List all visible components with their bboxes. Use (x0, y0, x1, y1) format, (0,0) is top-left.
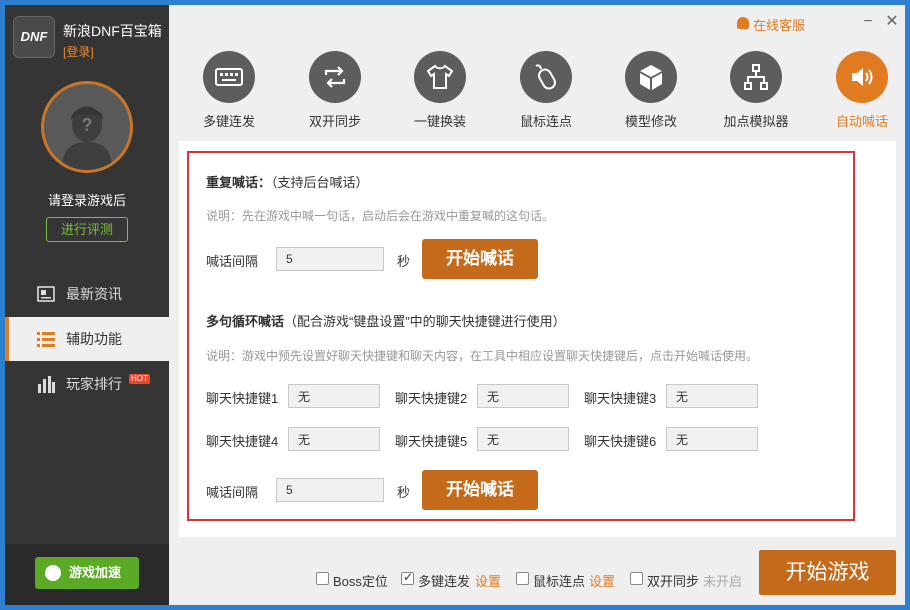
repeat-interval-unit: 秒 (397, 254, 411, 269)
sidebar-item-label: 玩家排行 (66, 376, 122, 392)
online-service-label: 在线客服 (753, 18, 806, 33)
mouse-settings-link[interactable]: 设置 (589, 571, 615, 590)
tool-skill-simulator[interactable]: 加点模拟器 (707, 51, 803, 133)
multikey-settings-link[interactable]: 设置 (475, 571, 501, 590)
repeat-title: 重复喊话： (206, 175, 272, 190)
tool-multikey[interactable]: 多键连发 (180, 51, 276, 133)
multikey-checkbox[interactable] (401, 570, 414, 585)
repeat-interval-input[interactable] (276, 247, 384, 271)
keyboard-icon (215, 68, 243, 86)
cube-icon (640, 65, 662, 90)
app-name: 新浪DNF百宝箱 (63, 23, 162, 39)
hotkey-label-6: 聊天快捷键6 (584, 434, 657, 449)
tool-label: 模型修改 (624, 114, 677, 129)
tool-icon-bg (203, 51, 255, 103)
cycle-title-note: （配合游戏“键盘设置”中的聊天快捷键进行使用） (284, 314, 566, 329)
app-logo: DNF (13, 16, 55, 58)
sidebar-item-label: 最新资讯 (66, 286, 122, 302)
accelerate-label: 游戏加速 (69, 565, 122, 580)
bar-chart-icon (38, 376, 55, 393)
speaker-icon (852, 68, 873, 86)
cycle-start-button[interactable]: 开始喊话 (422, 470, 538, 510)
login-link[interactable]: [登录] (63, 43, 94, 60)
service-bell-icon (737, 17, 749, 29)
cycle-section-title: 多句循环喊话（配合游戏“键盘设置”中的聊天快捷键进行使用） (206, 311, 566, 330)
hotkey-input-2[interactable] (477, 384, 569, 408)
app-window: DNF 新浪DNF百宝箱 [登录] ? 请登录游戏后 进行评测 最新资讯 辅助功… (5, 5, 905, 605)
tree-icon (744, 64, 768, 90)
cycle-title: 多句循环喊话 (206, 314, 285, 329)
repeat-section-title: 重复喊话：（支持后台喊话） (206, 172, 369, 191)
dual-status: 未开启 (703, 574, 743, 589)
repeat-start-button[interactable]: 开始喊话 (422, 239, 538, 279)
tool-auto-shout[interactable]: 自动喊话 (813, 51, 905, 133)
sync-icon (324, 66, 346, 88)
sidebar-item-news[interactable]: 最新资讯 (5, 272, 169, 316)
shirt-icon (426, 64, 454, 89)
boss-label: Boss定位 (333, 574, 388, 589)
globe-icon (45, 565, 61, 581)
repeat-title-note: （支持后台喊话） (271, 175, 369, 190)
hotkey-input-1[interactable] (288, 384, 380, 408)
svg-text:?: ? (82, 115, 93, 135)
hotkey-input-3[interactable] (666, 384, 758, 408)
tool-label: 多键连发 (202, 114, 255, 129)
tool-icon-bg (520, 51, 572, 103)
tool-label: 加点模拟器 (723, 114, 789, 129)
avatar[interactable]: ? (41, 81, 133, 173)
eval-button[interactable]: 进行评测 (46, 217, 128, 242)
repeat-description: 说明：先在游戏中喊一句话，启动后会在游戏中重复喊的这句话。 (206, 209, 555, 223)
repeat-interval-label: 喊话间隔 (206, 254, 259, 269)
sidebar-footer: 游戏加速 (5, 544, 169, 605)
tool-icon-bg (730, 51, 782, 103)
list-icon (37, 332, 55, 347)
hotkey-input-5[interactable] (477, 427, 569, 451)
hotkey-input-6[interactable] (666, 427, 758, 451)
tool-model-edit[interactable]: 模型修改 (602, 51, 698, 133)
default-avatar-icon: ? (62, 106, 112, 170)
mouse-icon (535, 64, 556, 90)
hotkey-label-3: 聊天快捷键3 (584, 391, 657, 406)
hotkey-label-1: 聊天快捷键1 (206, 391, 279, 406)
tool-icon-bg (625, 51, 677, 103)
tool-mouse-click[interactable]: 鼠标连点 (497, 51, 593, 133)
sidebar-item-ranking[interactable]: 玩家排行 HOT (5, 362, 169, 406)
cycle-interval-unit: 秒 (397, 485, 411, 500)
tool-label: 自动喊话 (835, 114, 888, 129)
tool-icon-bg (414, 51, 466, 103)
main-panel: 在线客服 − ✕ 多键连发 双开同步 一键换装 鼠标连点 模型修改 加点模拟器 … (169, 5, 905, 605)
hotkey-label-5: 聊天快捷键5 (395, 434, 468, 449)
hotkey-input-4[interactable] (288, 427, 380, 451)
sidebar-item-label: 辅助功能 (66, 331, 122, 347)
multikey-label: 多键连发 (418, 574, 471, 589)
start-game-button[interactable]: 开始游戏 (759, 550, 896, 595)
tool-label: 双开同步 (308, 114, 361, 129)
cycle-interval-label: 喊话间隔 (206, 485, 259, 500)
dual-checkbox[interactable] (630, 572, 643, 585)
boss-checkbox[interactable] (316, 572, 329, 585)
hotkey-label-4: 聊天快捷键4 (206, 434, 279, 449)
minimize-button[interactable]: − (859, 13, 877, 31)
login-prompt: 请登录游戏后 (47, 193, 126, 208)
close-button[interactable]: ✕ (883, 13, 901, 31)
sidebar-item-assist[interactable]: 辅助功能 (5, 317, 169, 361)
hotkey-label-2: 聊天快捷键2 (395, 391, 468, 406)
mouse-checkbox[interactable] (516, 572, 529, 585)
tool-icon-bg (309, 51, 361, 103)
sidebar: DNF 新浪DNF百宝箱 [登录] ? 请登录游戏后 进行评测 最新资讯 辅助功… (5, 5, 169, 605)
mouse-label: 鼠标连点 (533, 574, 586, 589)
tool-label: 一键换装 (413, 114, 466, 129)
dual-label: 双开同步 (647, 574, 700, 589)
tool-icon-bg (836, 51, 888, 103)
cycle-description: 说明：游戏中预先设置好聊天快捷键和聊天内容，在工具中相应设置聊天快捷键后，点击开… (206, 349, 759, 363)
cycle-interval-input[interactable] (276, 478, 384, 502)
tool-label: 鼠标连点 (519, 114, 572, 129)
accelerate-button[interactable]: 游戏加速 (35, 557, 139, 589)
hot-badge: HOT (129, 374, 150, 384)
tool-dual-sync[interactable]: 双开同步 (286, 51, 382, 133)
news-icon (37, 286, 55, 302)
tool-outfit[interactable]: 一键换装 (391, 51, 487, 133)
